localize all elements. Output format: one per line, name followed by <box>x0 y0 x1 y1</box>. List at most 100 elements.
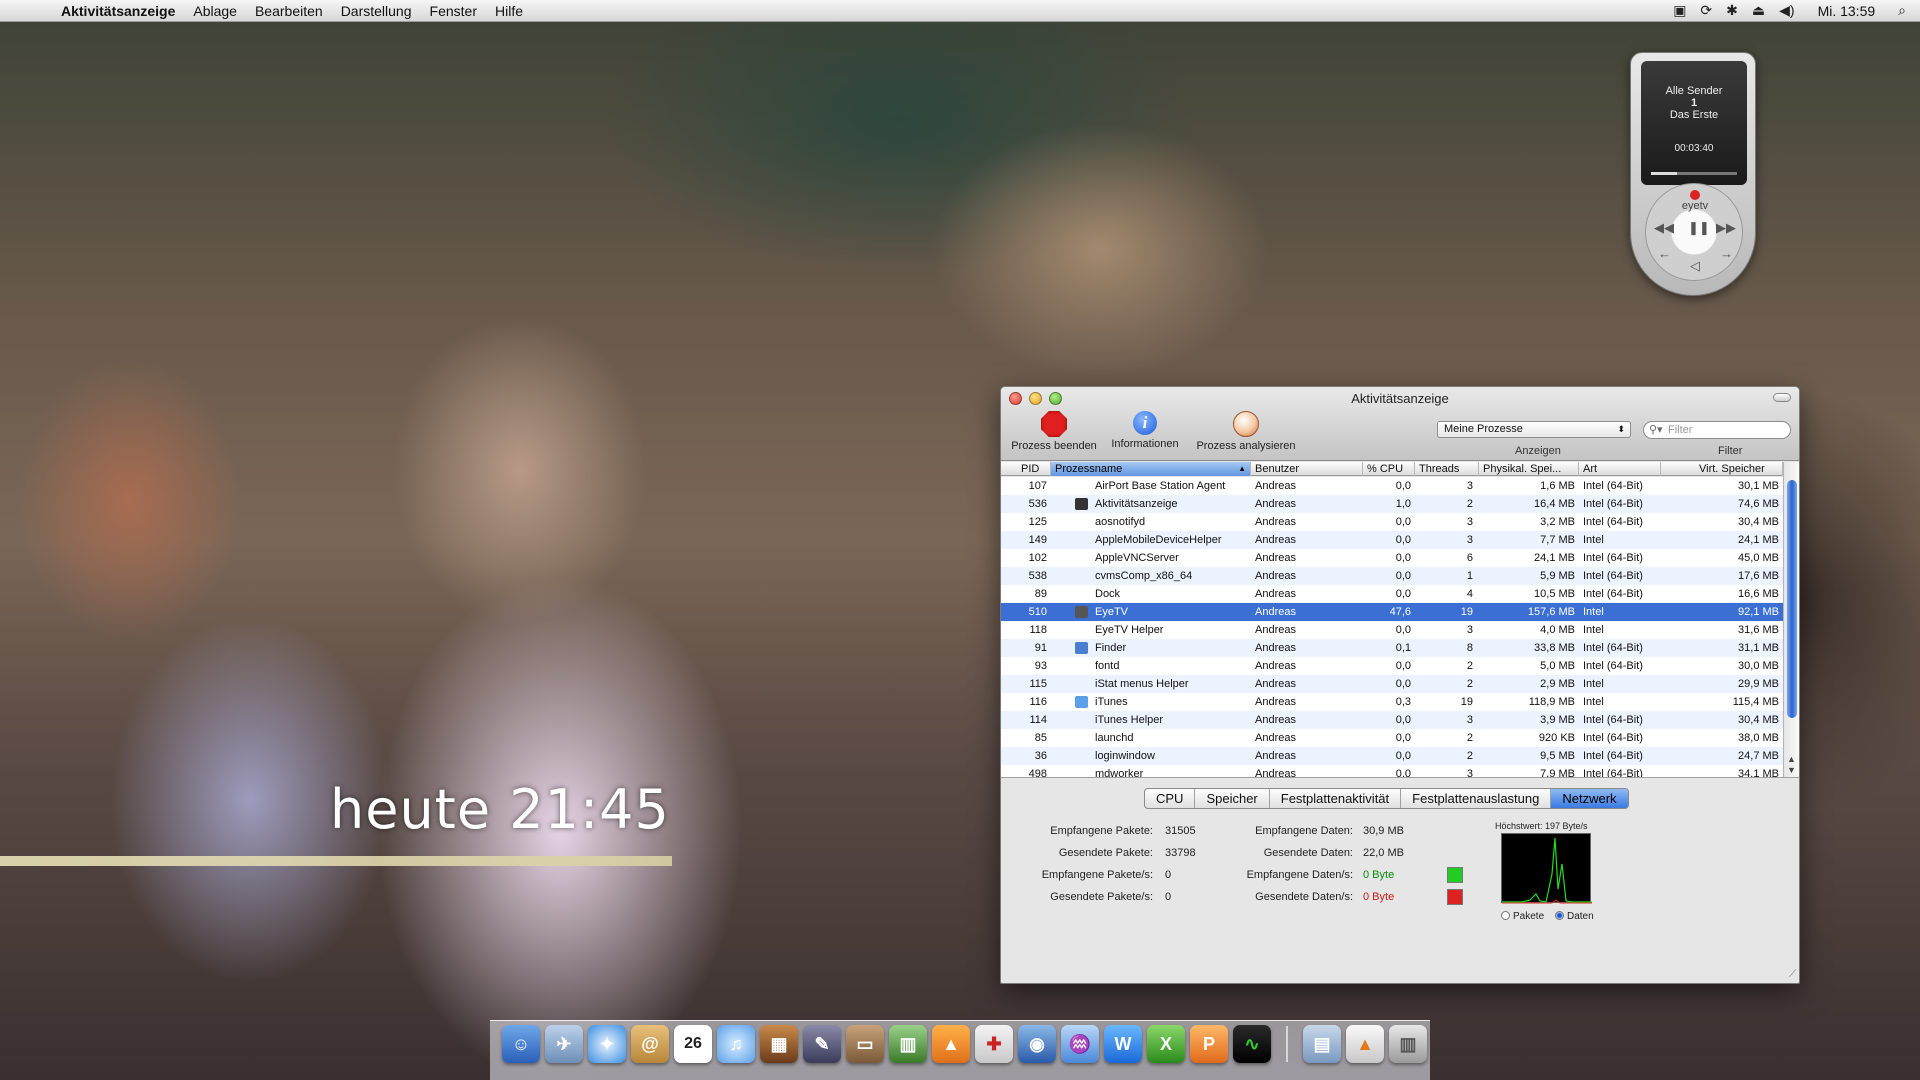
cell-process-name: mdworker <box>1095 768 1144 777</box>
table-row[interactable]: 107 AirPort Base Station Agent Andreas 0,0 3… <box>1001 477 1783 495</box>
inspect-info-button[interactable]: i Informationen <box>1105 411 1185 450</box>
menu-bearbeiten[interactable]: Bearbeiten <box>246 3 332 19</box>
table-row[interactable]: 125 aosnotifyd Andreas 0,0 3 3,2 MB Intel (64-… <box>1001 513 1783 531</box>
column-process-name-label: Prozessname <box>1055 463 1123 475</box>
sent-color-swatch[interactable] <box>1447 889 1463 905</box>
table-row[interactable]: 93 fontd Andreas 0,0 2 5,0 MB Intel (64-Bit) 30… <box>1001 657 1783 675</box>
eject-icon[interactable]: ⏏ <box>1752 2 1765 19</box>
display-icon[interactable]: ▣ <box>1673 2 1686 19</box>
trash-icon[interactable]: ▥ <box>1389 1025 1427 1063</box>
iphoto-icon[interactable]: ▦ <box>760 1025 798 1063</box>
cell-threads: 19 <box>1460 696 1473 708</box>
table-row[interactable]: 114 iTunes Helper Andreas 0,0 3 3,9 MB Intel (… <box>1001 711 1783 729</box>
word-icon[interactable]: W <box>1104 1025 1142 1063</box>
column-cpu[interactable]: % CPU <box>1363 462 1415 476</box>
remote-progress-bar[interactable] <box>1651 172 1737 175</box>
filter-label: Filter <box>1718 445 1743 457</box>
show-processes-select[interactable]: Meine Prozesse ⬍ <box>1437 421 1631 438</box>
sync-icon[interactable]: ⟳ <box>1700 2 1712 19</box>
menu-ablage[interactable]: Ablage <box>184 3 246 19</box>
column-process-name[interactable]: Prozessname ▲ <box>1051 462 1251 476</box>
radio-data[interactable]: Daten <box>1555 911 1594 922</box>
table-row[interactable]: 116 iTunes Andreas 0,3 19 118,9 MB Intel 115,4 … <box>1001 693 1783 711</box>
spotlight-search-icon[interactable]: ⌕ <box>1898 2 1906 19</box>
rewind-icon[interactable]: ◀◀ <box>1654 220 1674 236</box>
radio-packets[interactable]: Pakete <box>1501 911 1544 922</box>
flash-icon[interactable]: ✚ <box>975 1025 1013 1063</box>
tab-netzwerk[interactable]: Netzwerk <box>1551 789 1628 808</box>
cyberduck-icon[interactable]: ♒ <box>1061 1025 1099 1063</box>
table-scrollbar[interactable]: ▲ ▼ <box>1783 462 1799 777</box>
table-row[interactable]: 115 iStat menus Helper Andreas 0,0 2 2,9 MB In… <box>1001 675 1783 693</box>
fast-forward-icon[interactable]: ▶▶ <box>1716 220 1736 236</box>
inspect-label: Prozess analysieren <box>1196 440 1296 452</box>
column-kind[interactable]: Art <box>1579 462 1661 476</box>
cell-virtual-memory: 30,4 MB <box>1738 714 1779 726</box>
recv-color-swatch[interactable] <box>1447 867 1463 883</box>
tab-festplattenauslastung[interactable]: Festplattenauslastung <box>1401 789 1552 808</box>
table-row[interactable]: 85 launchd Andreas 0,0 2 920 KB Intel (64-Bit)… <box>1001 729 1783 747</box>
tab-festplattenaktivitaet[interactable]: Festplattenaktivität <box>1270 789 1402 808</box>
itunes-icon[interactable]: ♫ <box>717 1025 755 1063</box>
menu-clock[interactable]: Mi. 13:59 <box>1809 3 1885 19</box>
scrollbar-thumb[interactable] <box>1787 480 1797 718</box>
vlc-icon[interactable]: ▲ <box>932 1025 970 1063</box>
previous-icon[interactable]: ← <box>1658 246 1671 261</box>
table-row[interactable]: 89 Dock Andreas 0,0 4 10,5 MB Intel (64-Bit) 16… <box>1001 585 1783 603</box>
bluetooth-icon[interactable]: ✱ <box>1726 2 1738 19</box>
remote-control-wheel[interactable]: eyetv ◀◀ ❚❚ ▶▶ ← → ◁ <box>1645 183 1743 281</box>
menu-fenster[interactable]: Fenster <box>421 3 486 19</box>
eyetv-icon[interactable]: ◉ <box>1018 1025 1056 1063</box>
address-book-icon[interactable]: @ <box>631 1025 669 1063</box>
tv-overlay-line <box>0 856 672 866</box>
document-icon[interactable]: ▲ <box>1346 1025 1384 1063</box>
volume-down-icon[interactable]: ◁ <box>1690 258 1700 274</box>
table-row[interactable]: 538 cvmsComp_x86_64 Andreas 0,0 1 5,9 MB Intel… <box>1001 567 1783 585</box>
table-row[interactable]: 91 Finder Andreas 0,1 8 33,8 MB Intel (64-Bit)… <box>1001 639 1783 657</box>
menu-hilfe[interactable]: Hilfe <box>486 3 532 19</box>
record-icon[interactable] <box>1690 190 1700 200</box>
sample-process-button[interactable]: Prozess analysieren <box>1191 411 1301 452</box>
toolbar-toggle-button[interactable] <box>1773 393 1791 402</box>
quit-process-button[interactable]: Prozess beenden <box>1007 411 1101 452</box>
mail-icon[interactable]: ✈ <box>545 1025 583 1063</box>
finder-icon[interactable]: ☺ <box>502 1025 540 1063</box>
column-pid[interactable]: PID <box>1001 462 1051 476</box>
next-icon[interactable]: → <box>1720 246 1733 261</box>
numbers-icon[interactable]: ▥ <box>889 1025 927 1063</box>
sent-pps-label: Gesendete Pakete/s: <box>1050 891 1153 903</box>
table-row[interactable]: 510 EyeTV Andreas 47,6 19 157,6 MB Intel 92,1 M… <box>1001 603 1783 621</box>
column-virtual-memory[interactable]: Virt. Speicher <box>1661 462 1783 476</box>
table-row[interactable]: 536 Aktivitätsanzeige Andreas 1,0 2 16,4 MB In… <box>1001 495 1783 513</box>
tab-speicher[interactable]: Speicher <box>1195 789 1270 808</box>
cell-virtual-memory: 30,4 MB <box>1738 516 1779 528</box>
safari-icon[interactable]: ✦ <box>588 1025 626 1063</box>
excel-icon[interactable]: X <box>1147 1025 1185 1063</box>
resize-grip-icon[interactable]: ⟋ <box>1789 969 1796 980</box>
ical-icon[interactable]: 26 <box>674 1025 712 1063</box>
table-row[interactable]: 118 EyeTV Helper Andreas 0,0 3 4,0 MB Intel 31,… <box>1001 621 1783 639</box>
scroll-down-icon[interactable]: ▼ <box>1787 765 1796 775</box>
table-row[interactable]: 498 mdworker Andreas 0,0 3 7,9 MB Intel (64-Bi… <box>1001 765 1783 777</box>
table-row[interactable]: 149 AppleMobileDeviceHelper Andreas 0,0 3 7,7… <box>1001 531 1783 549</box>
pause-icon[interactable]: ❚❚ <box>1688 220 1710 236</box>
activity-monitor-icon[interactable]: ∿ <box>1233 1025 1271 1063</box>
column-threads[interactable]: Threads <box>1415 462 1479 476</box>
folder-icon[interactable]: ▤ <box>1303 1025 1341 1063</box>
menu-app-name[interactable]: Aktivitätsanzeige <box>52 3 184 19</box>
tab-cpu[interactable]: CPU <box>1145 789 1196 808</box>
filter-input[interactable]: ⚲▾ Filter <box>1643 421 1791 439</box>
keynote-icon[interactable]: ▭ <box>846 1025 884 1063</box>
table-row[interactable]: 102 AppleVNCServer Andreas 0,0 6 24,1 MB Intel… <box>1001 549 1783 567</box>
table-row[interactable]: 36 loginwindow Andreas 0,0 2 9,5 MB Intel (64-… <box>1001 747 1783 765</box>
script-editor-icon[interactable]: ✎ <box>803 1025 841 1063</box>
eyetv-remote[interactable]: Alle Sender 1 Das Erste 00:03:40 eyetv ◀… <box>1630 52 1756 296</box>
cell-physical-memory: 1,6 MB <box>1540 480 1575 492</box>
powerpoint-icon[interactable]: P <box>1190 1025 1228 1063</box>
scroll-up-icon[interactable]: ▲ <box>1787 754 1796 764</box>
menu-darstellung[interactable]: Darstellung <box>332 3 421 19</box>
column-physical-memory[interactable]: Physikal. Spei... <box>1479 462 1579 476</box>
cell-pid: 149 <box>1028 534 1047 546</box>
column-user[interactable]: Benutzer <box>1251 462 1363 476</box>
volume-icon[interactable]: ◀) <box>1779 2 1794 19</box>
